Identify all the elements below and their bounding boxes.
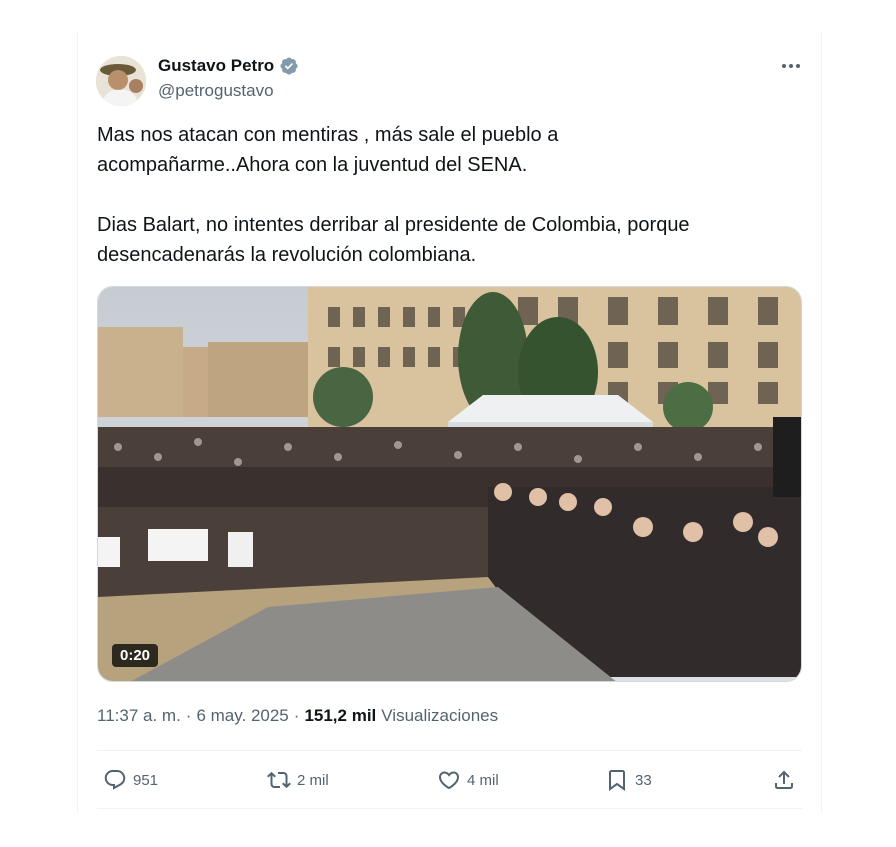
- reply-count: 951: [133, 771, 159, 789]
- avatar[interactable]: [96, 56, 146, 106]
- divider: [97, 808, 802, 809]
- repost-count: 2 mil: [297, 771, 329, 789]
- reply-icon: [104, 770, 126, 790]
- author-handle[interactable]: @petrogustavo: [158, 81, 274, 101]
- like-icon: [438, 771, 460, 790]
- bookmark-icon: [609, 770, 625, 791]
- divider: [97, 750, 802, 751]
- video-player[interactable]: 0:20: [97, 286, 802, 682]
- tweet-text: Mas nos atacan con mentiras , más sale e…: [97, 124, 690, 266]
- views-count: 151,2 mil: [304, 706, 377, 725]
- verified-badge-icon: [280, 57, 298, 75]
- more-button[interactable]: [777, 56, 805, 76]
- video-duration: 0:20: [112, 644, 159, 667]
- tweet-meta: 11:37 a. m. · 6 may. 2025 · 151,2 mil Vi…: [97, 706, 498, 726]
- bookmark-count: 33: [635, 771, 652, 789]
- author-name-text: Gustavo Petro: [158, 56, 275, 75]
- like-count: 4 mil: [467, 771, 499, 789]
- repost-icon: [267, 771, 291, 789]
- meta-separator: ·: [185, 706, 192, 725]
- tweet-time[interactable]: 11:37 a. m.: [97, 706, 181, 726]
- like-button[interactable]: 4 mil: [437, 762, 499, 798]
- bookmark-button[interactable]: 33: [605, 762, 652, 798]
- video-thumbnail: [98, 287, 801, 681]
- action-bar: 951 2 mil 4 mil 33: [97, 762, 802, 798]
- meta-separator: ·: [293, 706, 300, 725]
- share-button[interactable]: [772, 762, 796, 798]
- tweet-date[interactable]: 6 may. 2025: [196, 706, 288, 726]
- views-label: Visualizaciones: [381, 706, 499, 725]
- reply-button[interactable]: 951: [103, 762, 158, 798]
- more-icon: [782, 64, 800, 68]
- share-icon: [775, 770, 793, 789]
- author-name[interactable]: Gustavo Petro: [158, 56, 299, 76]
- repost-button[interactable]: 2 mil: [267, 762, 329, 798]
